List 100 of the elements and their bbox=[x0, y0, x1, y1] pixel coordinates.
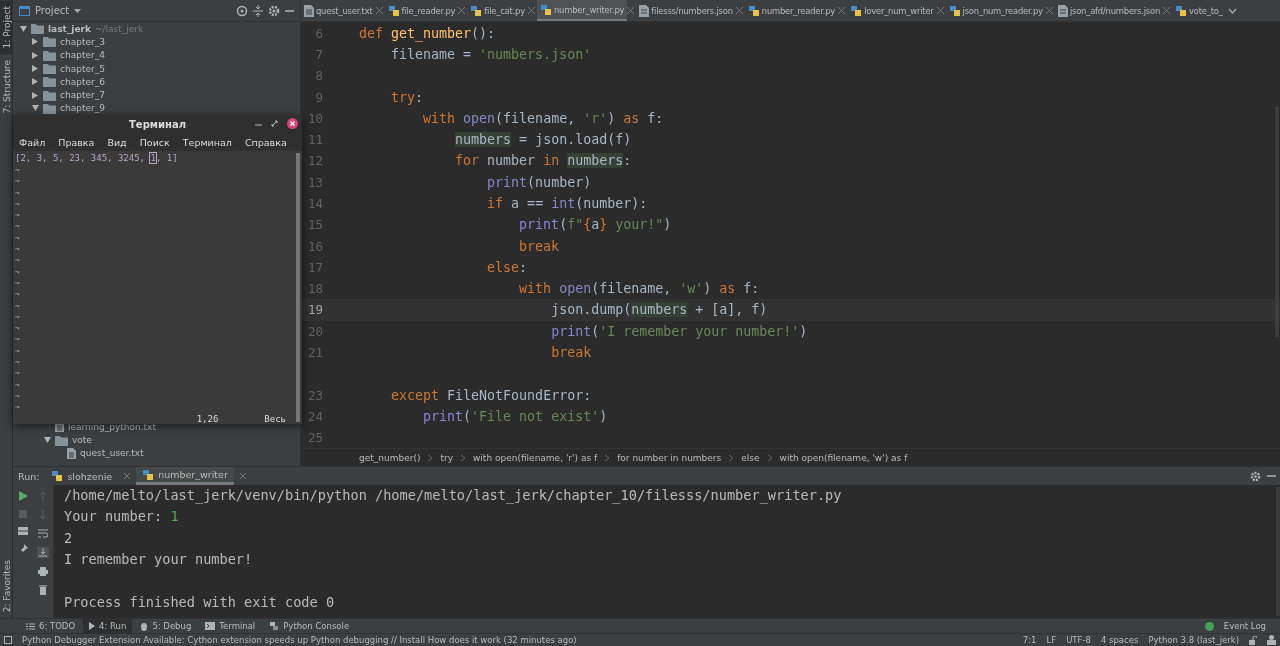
expanded-arrow-icon[interactable] bbox=[31, 105, 39, 112]
project-view-dropdown[interactable]: Project bbox=[35, 5, 70, 16]
tool-window-tab[interactable]: 1: Project bbox=[0, 0, 13, 55]
python-file-icon bbox=[539, 3, 552, 16]
menu-item[interactable]: Терминал bbox=[182, 137, 232, 148]
tree-item[interactable]: vote bbox=[13, 433, 300, 447]
print-icon[interactable] bbox=[38, 567, 48, 576]
code-line: with open(filename, 'w') as f: bbox=[519, 281, 760, 297]
file-tab[interactable]: json_afd/numbers.json bbox=[1054, 0, 1164, 22]
layout-icon[interactable] bbox=[18, 527, 28, 535]
bug-icon bbox=[140, 621, 149, 631]
tree-item[interactable]: chapter_6 bbox=[13, 75, 300, 89]
file-tab[interactable]: number_reader.py bbox=[744, 0, 839, 22]
tree-item[interactable]: chapter_5 bbox=[13, 61, 300, 76]
python-console-icon bbox=[269, 621, 280, 631]
empty-line-marker: ~ bbox=[15, 176, 21, 188]
locate-icon[interactable] bbox=[236, 4, 248, 17]
trash-icon[interactable] bbox=[39, 585, 47, 595]
tool-window-button[interactable]: 4: Run bbox=[83, 619, 133, 633]
collapse-icon[interactable] bbox=[253, 4, 263, 17]
soft-wrap-icon[interactable] bbox=[38, 529, 48, 538]
status-item[interactable]: 7:1 bbox=[1022, 635, 1037, 645]
run-icon[interactable] bbox=[18, 491, 28, 501]
file-tab[interactable]: lover_num_writer bbox=[847, 0, 937, 22]
empty-line-marker: ~ bbox=[15, 323, 21, 335]
status-item[interactable]: 4 spaces bbox=[1100, 635, 1139, 645]
status-item[interactable]: Python 3.8 (last_jerk) bbox=[1148, 635, 1239, 645]
collapsed-arrow-icon[interactable] bbox=[32, 51, 38, 59]
python-file-icon bbox=[850, 5, 863, 17]
tree-item[interactable]: chapter_3 bbox=[13, 35, 300, 49]
breadcrumb[interactable]: get_number() bbox=[359, 452, 421, 463]
status-item[interactable]: LF bbox=[1046, 635, 1057, 645]
menu-item[interactable]: Правка bbox=[58, 137, 95, 148]
breadcrumb[interactable]: with open(filename, 'r') as f bbox=[473, 452, 598, 463]
code-line: break bbox=[551, 345, 592, 361]
breadcrumb[interactable]: else bbox=[741, 452, 760, 463]
console-line: Your number: 1 bbox=[64, 507, 180, 527]
tool-window-tab[interactable]: 2: Favorites bbox=[0, 553, 13, 618]
empty-line-marker: ~ bbox=[15, 300, 21, 312]
expanded-arrow-icon[interactable] bbox=[43, 437, 51, 444]
file-tab[interactable]: quest_user.txt bbox=[301, 0, 376, 22]
close-icon[interactable] bbox=[287, 118, 298, 129]
collapsed-arrow-icon[interactable] bbox=[32, 38, 38, 46]
inspector-icon[interactable] bbox=[1267, 635, 1276, 645]
menu-item[interactable]: Поиск bbox=[139, 137, 170, 148]
folder-icon bbox=[43, 63, 56, 75]
python-file-icon bbox=[747, 5, 760, 17]
menu-item[interactable]: Вид bbox=[107, 137, 127, 148]
collapsed-arrow-icon[interactable] bbox=[32, 78, 38, 86]
run-icon bbox=[89, 622, 96, 630]
tool-window-button[interactable]: Python Console bbox=[263, 619, 356, 633]
tree-item[interactable]: chapter_4 bbox=[13, 48, 300, 62]
editor-text-line: [2, 3, 5, 23, 345, 3245, 1, 1] bbox=[15, 152, 179, 165]
settings-icon[interactable] bbox=[268, 4, 280, 17]
file-tab[interactable]: number_writer.py bbox=[536, 0, 628, 22]
file-tab[interactable]: filesss/numbers.json bbox=[636, 0, 736, 22]
status-message[interactable]: Python Debugger Extension Available: Cython extension speeds up Python debugging // Install How does it work (32 minutes ago) bbox=[22, 635, 577, 645]
empty-line-marker: ~ bbox=[15, 379, 21, 391]
folder-icon bbox=[43, 49, 56, 61]
run-tab[interactable]: number_writer bbox=[136, 467, 234, 485]
menu-item[interactable]: Файл bbox=[19, 137, 46, 148]
folder-icon bbox=[43, 89, 56, 101]
tool-window-button[interactable]: 5: Debug bbox=[134, 619, 198, 633]
run-tab[interactable]: slohzenie bbox=[45, 467, 119, 485]
tree-item[interactable]: quest_user.txt bbox=[13, 446, 300, 460]
line-number: 8 bbox=[314, 68, 324, 84]
settings-icon[interactable] bbox=[1250, 470, 1261, 482]
scroll-to-end-icon[interactable] bbox=[37, 547, 49, 558]
maximize-icon[interactable] bbox=[271, 120, 278, 127]
code-line: filename = 'numbers.json' bbox=[391, 46, 592, 62]
console-line: Process finished with exit code 0 bbox=[64, 592, 336, 612]
folder-icon bbox=[31, 23, 44, 35]
status-item[interactable]: UTF-8 bbox=[1066, 635, 1091, 645]
line-number: 18 bbox=[306, 281, 324, 297]
collapsed-arrow-icon[interactable] bbox=[32, 65, 38, 73]
tool-window-button[interactable]: Terminal bbox=[199, 619, 262, 633]
tree-item[interactable]: last_jerk ~/last_jerk bbox=[13, 22, 300, 36]
tool-window-button[interactable]: 6: TODO bbox=[20, 619, 82, 633]
menu-item[interactable]: Справка bbox=[244, 137, 287, 148]
event-log-button[interactable]: Event Log bbox=[1217, 619, 1272, 633]
chevron-right-icon bbox=[461, 454, 465, 461]
collapsed-arrow-icon[interactable] bbox=[32, 91, 38, 99]
tool-window-tab[interactable]: 7: Structure bbox=[0, 54, 13, 120]
breadcrumb[interactable]: try bbox=[440, 452, 453, 463]
breadcrumb[interactable]: with open(filename, 'w') as f bbox=[779, 452, 908, 463]
tree-item[interactable]: chapter_7 bbox=[13, 88, 300, 102]
file-tab[interactable]: file_reader.py bbox=[384, 0, 459, 22]
file-tab[interactable]: json_num_reader.py bbox=[945, 0, 1046, 22]
code-line: if a == int(number): bbox=[487, 196, 648, 211]
expanded-arrow-icon[interactable] bbox=[19, 25, 27, 32]
scroll-position: Весь bbox=[264, 413, 286, 424]
tree-item[interactable]: chapter_9 bbox=[13, 101, 300, 116]
line-number: 25 bbox=[306, 430, 324, 446]
chevron-down-icon[interactable] bbox=[1227, 7, 1237, 14]
code-line: with open(filename, 'r') as f: bbox=[423, 110, 664, 126]
scrollbar[interactable] bbox=[296, 153, 300, 422]
file-tab[interactable]: file_cat.py bbox=[467, 0, 528, 22]
breadcrumb[interactable]: for number in numbers bbox=[617, 452, 722, 463]
file-tab[interactable]: vote_to_ bbox=[1172, 0, 1226, 22]
lock-icon[interactable] bbox=[1249, 635, 1257, 645]
